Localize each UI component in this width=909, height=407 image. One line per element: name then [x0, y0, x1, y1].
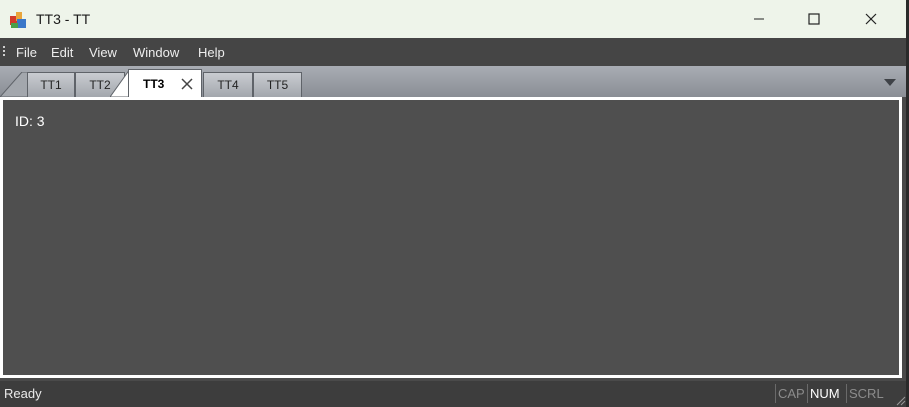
menu-help[interactable]: Help [198, 45, 225, 60]
maximize-icon [808, 13, 820, 25]
tab-label: TT1 [40, 78, 62, 92]
menu-bar: File Edit View Window Help [0, 38, 906, 66]
chevron-down-icon[interactable] [884, 79, 896, 87]
tab-label: TT4 [217, 78, 239, 92]
menu-file[interactable]: File [16, 45, 37, 60]
cap-indicator: CAP [775, 384, 807, 403]
menubar-grip[interactable] [3, 46, 6, 59]
app-icon [10, 12, 26, 28]
menu-window[interactable]: Window [133, 45, 179, 60]
close-icon[interactable] [181, 78, 193, 90]
id-label: ID: 3 [15, 113, 45, 129]
status-bar: Ready CAP NUM SCRL [0, 381, 906, 407]
resize-grip-icon[interactable] [894, 394, 906, 406]
document-view[interactable]: ID: 3 [3, 100, 899, 375]
tab-tt1[interactable]: TT1 [27, 72, 75, 97]
window-title: TT3 - TT [36, 11, 91, 27]
tab-strip-lead [0, 72, 30, 97]
tab-label: TT3 [143, 76, 165, 91]
title-bar[interactable]: TT3 - TT [0, 0, 906, 38]
tab-tt5[interactable]: TT5 [253, 72, 302, 97]
maximize-button[interactable] [791, 0, 837, 38]
minimize-button[interactable] [736, 0, 782, 38]
tab-strip: TT1 TT2 TT3 TT4 TT5 [0, 66, 906, 97]
tab-tt3[interactable]: TT3 [128, 69, 202, 97]
menu-edit[interactable]: Edit [51, 45, 73, 60]
menu-view[interactable]: View [89, 45, 117, 60]
scrl-indicator: SCRL [846, 384, 886, 403]
num-indicator: NUM [807, 384, 842, 403]
tab-label: TT2 [89, 78, 111, 92]
tab-tt4[interactable]: TT4 [203, 72, 253, 97]
main-window: TT3 - TT File Edit View Window Help TT1 … [0, 0, 906, 407]
minimize-icon [754, 18, 764, 20]
tab-label: TT5 [266, 78, 289, 92]
close-icon [865, 13, 877, 25]
status-text: Ready [4, 386, 42, 401]
close-button[interactable] [848, 0, 894, 38]
